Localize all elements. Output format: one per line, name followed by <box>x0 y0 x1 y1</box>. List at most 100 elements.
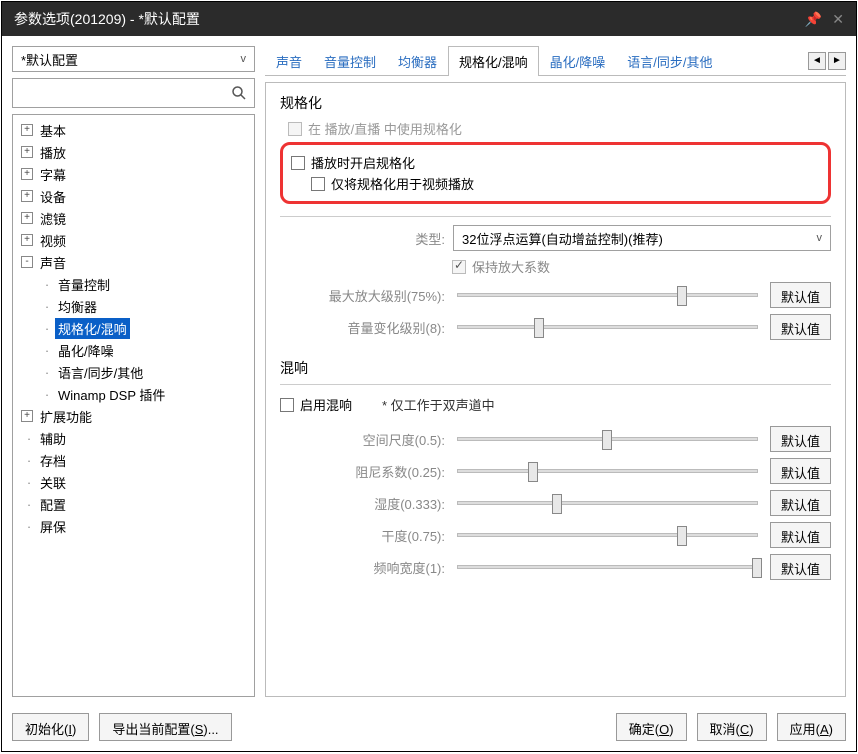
tree-item[interactable]: ·关联 <box>15 471 252 493</box>
expand-icon[interactable]: + <box>21 124 33 136</box>
checkbox-icon <box>311 177 325 191</box>
damp-default-button[interactable]: 默认值 <box>770 458 831 484</box>
tab[interactable]: 均衡器 <box>387 46 448 76</box>
type-select-value: 32位浮点运算(自动增益控制)(推荐) <box>462 229 663 248</box>
tree-item[interactable]: ·配置 <box>15 493 252 515</box>
max-amp-default-button[interactable]: 默认值 <box>770 282 831 308</box>
tab[interactable]: 声音 <box>265 46 313 76</box>
space-slider[interactable] <box>457 437 758 441</box>
profile-combo-value: *默认配置 <box>21 50 78 69</box>
tree-item[interactable]: ·存档 <box>15 449 252 471</box>
search-icon <box>230 84 248 102</box>
expand-icon[interactable]: + <box>21 410 33 422</box>
reverb-note: * 仅工作于双声道中 <box>382 395 495 414</box>
highlight-box: 播放时开启规格化 仅将规格化用于视频播放 <box>280 142 831 204</box>
collapse-icon[interactable]: - <box>21 256 33 268</box>
expand-icon[interactable]: + <box>21 146 33 158</box>
tab[interactable]: 语言/同步/其他 <box>616 46 723 76</box>
expand-icon[interactable]: + <box>21 212 33 224</box>
profile-combo[interactable]: *默认配置 v <box>12 46 255 72</box>
tree-leaf-icon: · <box>39 321 55 336</box>
enable-on-play-row[interactable]: 播放时开启规格化 <box>291 153 820 172</box>
tree-item[interactable]: +播放 <box>15 141 252 163</box>
damp-slider[interactable] <box>457 469 758 473</box>
tree-item[interactable]: +扩展功能 <box>15 405 252 427</box>
tree-item[interactable]: + 滤镜 <box>15 207 252 229</box>
tree-item-label: 声音 <box>37 252 69 273</box>
wet-default-button[interactable]: 默认值 <box>770 490 831 516</box>
keep-coef-label: 保持放大系数 <box>472 257 550 276</box>
tree-leaf-icon: · <box>39 365 55 380</box>
expand-icon[interactable]: + <box>21 190 33 202</box>
tree-leaf-icon: · <box>21 431 37 446</box>
category-tree[interactable]: +基本+播放+字幕+设备+滤镜+视频-声音·音量控制·均衡器·规格化/混响·晶化… <box>12 114 255 697</box>
chevron-down-icon: v <box>241 53 247 65</box>
tree-item-label: 语言/同步/其他 <box>55 362 146 383</box>
tree-item[interactable]: ·晶化/降噪 <box>15 339 252 361</box>
damp-label: 阻尼系数(0.25): <box>280 462 445 481</box>
export-button[interactable]: 导出当前配置(S)... <box>99 713 231 741</box>
max-amp-slider[interactable] <box>457 293 758 297</box>
expand-icon[interactable]: + <box>21 168 33 180</box>
apply-button[interactable]: 应用(A) <box>777 713 846 741</box>
space-default-button[interactable]: 默认值 <box>770 426 831 452</box>
tree-item[interactable]: +视频 <box>15 229 252 251</box>
tab[interactable]: 音量控制 <box>313 46 387 76</box>
tab-scroll-left[interactable]: ◄ <box>808 52 826 70</box>
tree-leaf-icon: · <box>21 519 37 534</box>
reverb-group-title: 混响 <box>280 358 831 378</box>
tree-item[interactable]: ·语言/同步/其他 <box>15 361 252 383</box>
tree-leaf-icon: · <box>21 453 37 468</box>
dry-label: 干度(0.75): <box>280 526 445 545</box>
use-in-playback-label: 在 播放/直播 中使用规格化 <box>308 119 462 138</box>
tree-item-label: 滤镜 <box>37 208 69 229</box>
tree-item[interactable]: ·规格化/混响 <box>15 317 252 339</box>
tree-item-label: 音量控制 <box>55 274 113 295</box>
tree-item[interactable]: +字幕 <box>15 163 252 185</box>
width-slider[interactable] <box>457 565 758 569</box>
only-video-label: 仅将规格化用于视频播放 <box>331 174 474 193</box>
tree-item[interactable]: ·Winamp DSP 插件 <box>15 383 252 405</box>
pin-icon[interactable]: 📌 <box>805 11 822 28</box>
tree-leaf-icon: · <box>39 387 55 402</box>
tree-item-label: 配置 <box>37 494 69 515</box>
vol-change-label: 音量变化级别(8): <box>280 318 445 337</box>
tab[interactable]: 晶化/降噪 <box>539 46 617 76</box>
vol-change-slider[interactable] <box>457 325 758 329</box>
type-label: 类型: <box>280 229 445 248</box>
tree-item[interactable]: ·均衡器 <box>15 295 252 317</box>
tree-item[interactable]: -声音 <box>15 251 252 273</box>
width-default-button[interactable]: 默认值 <box>770 554 831 580</box>
tree-item[interactable]: ·屏保 <box>15 515 252 537</box>
settings-panel: 规格化 在 播放/直播 中使用规格化 播放时开启规格化 仅将规格化用于视频播放 <box>265 82 846 697</box>
tree-item-label: 均衡器 <box>55 296 100 317</box>
expand-icon[interactable]: + <box>21 234 33 246</box>
tree-item[interactable]: ·辅助 <box>15 427 252 449</box>
enable-reverb-row[interactable]: 启用混响 <box>280 395 352 414</box>
tree-leaf-icon: · <box>39 299 55 314</box>
search-input[interactable] <box>19 86 230 101</box>
tab-scroll-right[interactable]: ► <box>828 52 846 70</box>
init-button[interactable]: 初始化(I) <box>12 713 89 741</box>
only-video-row[interactable]: 仅将规格化用于视频播放 <box>291 174 820 193</box>
search-box[interactable] <box>12 78 255 108</box>
tree-item[interactable]: +设备 <box>15 185 252 207</box>
wet-slider[interactable] <box>457 501 758 505</box>
footer-bar: 初始化(I) 导出当前配置(S)... 确定(O) 取消(C) 应用(A) <box>2 707 856 751</box>
close-icon[interactable]: ✕ <box>832 11 844 28</box>
tree-item[interactable]: ·音量控制 <box>15 273 252 295</box>
dry-default-button[interactable]: 默认值 <box>770 522 831 548</box>
dry-slider[interactable] <box>457 533 758 537</box>
tree-item[interactable]: +基本 <box>15 119 252 141</box>
tree-leaf-icon: · <box>39 277 55 292</box>
space-label: 空间尺度(0.5): <box>280 430 445 449</box>
type-select[interactable]: 32位浮点运算(自动增益控制)(推荐) v <box>453 225 831 251</box>
ok-button[interactable]: 确定(O) <box>616 713 687 741</box>
tree-item-label: 关联 <box>37 472 69 493</box>
tab[interactable]: 规格化/混响 <box>448 46 539 76</box>
vol-change-default-button[interactable]: 默认值 <box>770 314 831 340</box>
tree-leaf-icon: · <box>39 343 55 358</box>
cancel-button[interactable]: 取消(C) <box>697 713 767 741</box>
enable-reverb-label: 启用混响 <box>300 395 352 414</box>
tree-item-label: Winamp DSP 插件 <box>55 384 168 405</box>
